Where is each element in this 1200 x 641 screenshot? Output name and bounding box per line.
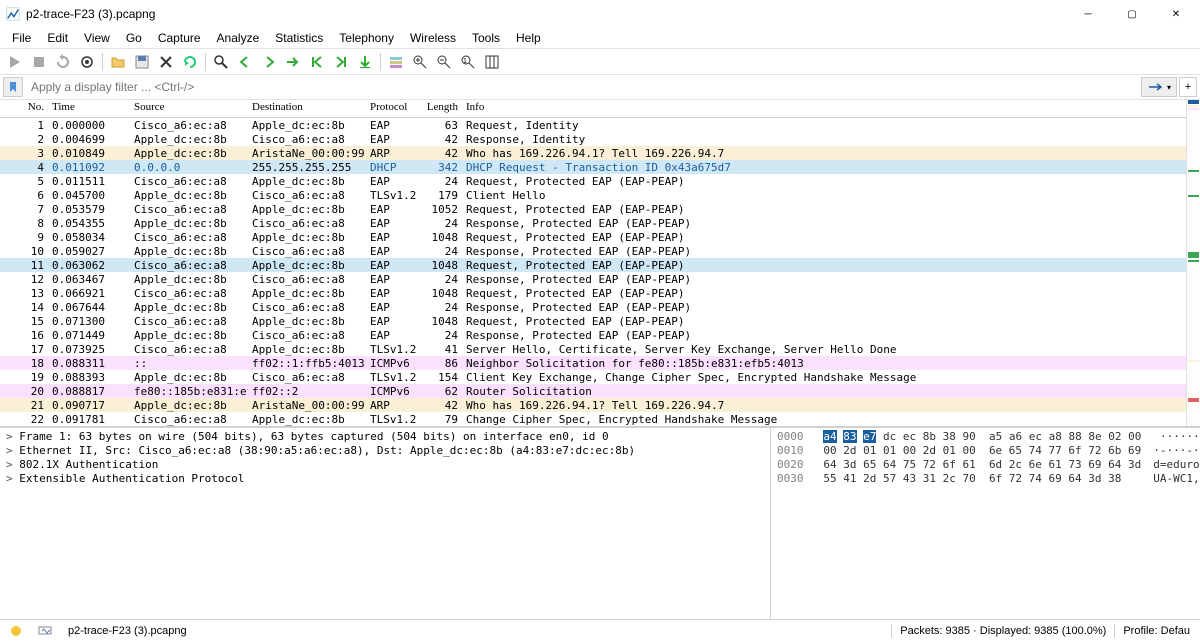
apply-filter-button[interactable]: ▾ (1141, 77, 1177, 97)
capture-options-icon[interactable] (76, 51, 98, 73)
col-time[interactable]: Time (48, 100, 130, 117)
col-destination[interactable]: Destination (248, 100, 366, 117)
col-length[interactable]: Length (416, 100, 462, 117)
tree-frame[interactable]: Frame 1: 63 bytes on wire (504 bits), 63… (4, 430, 766, 444)
menu-view[interactable]: View (76, 29, 118, 47)
go-first-icon[interactable] (306, 51, 328, 73)
packet-row[interactable]: 50.011511Cisco_a6:ec:a8Apple_dc:ec:8bEAP… (0, 174, 1186, 188)
packet-details-tree[interactable]: Frame 1: 63 bytes on wire (504 bits), 63… (0, 428, 770, 619)
menu-wireless[interactable]: Wireless (402, 29, 464, 47)
bookmark-filter-icon[interactable] (3, 77, 23, 97)
packet-minimap[interactable] (1186, 100, 1200, 426)
status-capture-icon[interactable] (30, 626, 60, 636)
menu-go[interactable]: Go (118, 29, 150, 47)
packet-row[interactable]: 70.053579Cisco_a6:ec:a8Apple_dc:ec:8bEAP… (0, 202, 1186, 216)
restart-capture-icon[interactable] (52, 51, 74, 73)
reload-file-icon[interactable] (179, 51, 201, 73)
window-titlebar: p2-trace-F23 (3).pcapng ─ ▢ ✕ (0, 0, 1200, 28)
packet-row[interactable]: 200.088817fe80::185b:e831:efb…ff02::2ICM… (0, 384, 1186, 398)
menu-bar: File Edit View Go Capture Analyze Statis… (0, 28, 1200, 48)
packet-row[interactable]: 10.000000Cisco_a6:ec:a8Apple_dc:ec:8bEAP… (0, 118, 1186, 132)
packet-row[interactable]: 30.010849Apple_dc:ec:8bAristaNe_00:00:99… (0, 146, 1186, 160)
status-file: p2-trace-F23 (3).pcapng (60, 625, 195, 637)
packet-row[interactable]: 80.054355Apple_dc:ec:8bCisco_a6:ec:a8EAP… (0, 216, 1186, 230)
zoom-in-icon[interactable] (409, 51, 431, 73)
menu-telephony[interactable]: Telephony (331, 29, 402, 47)
stop-capture-icon[interactable] (28, 51, 50, 73)
packet-row[interactable]: 220.091781Cisco_a6:ec:a8Apple_dc:ec:8bTL… (0, 412, 1186, 426)
menu-file[interactable]: File (4, 29, 39, 47)
display-filter-bar: ▾ + (0, 74, 1200, 100)
menu-statistics[interactable]: Statistics (267, 29, 331, 47)
packet-row[interactable]: 60.045700Apple_dc:ec:8bCisco_a6:ec:a8TLS… (0, 188, 1186, 202)
close-file-icon[interactable] (155, 51, 177, 73)
resize-columns-icon[interactable] (481, 51, 503, 73)
main-toolbar: 1 (0, 48, 1200, 74)
display-filter-input[interactable] (25, 77, 1139, 97)
tree-ethernet[interactable]: Ethernet II, Src: Cisco_a6:ec:a8 (38:90:… (4, 444, 766, 458)
menu-capture[interactable]: Capture (150, 29, 209, 47)
packet-row[interactable]: 210.090717Apple_dc:ec:8bAristaNe_00:00:9… (0, 398, 1186, 412)
packet-row[interactable]: 180.088311::ff02::1:ffb5:4013ICMPv686Nei… (0, 356, 1186, 370)
packet-list[interactable]: No. Time Source Destination Protocol Len… (0, 100, 1186, 426)
packet-bytes-hex[interactable]: 0000 a4 83 e7 dc ec 8b 38 90 a5 a6 ec a8… (770, 428, 1200, 619)
packet-row[interactable]: 150.071300Cisco_a6:ec:a8Apple_dc:ec:8bEA… (0, 314, 1186, 328)
go-back-icon[interactable] (234, 51, 256, 73)
maximize-button[interactable]: ▢ (1110, 0, 1154, 28)
start-capture-icon[interactable] (4, 51, 26, 73)
packet-row[interactable]: 120.063467Apple_dc:ec:8bCisco_a6:ec:a8EA… (0, 272, 1186, 286)
menu-analyze[interactable]: Analyze (209, 29, 268, 47)
packet-row[interactable]: 160.071449Apple_dc:ec:8bCisco_a6:ec:a8EA… (0, 328, 1186, 342)
minimize-button[interactable]: ─ (1066, 0, 1110, 28)
col-no[interactable]: No. (0, 100, 48, 117)
packet-row[interactable]: 170.073925Cisco_a6:ec:a8Apple_dc:ec:8bTL… (0, 342, 1186, 356)
menu-help[interactable]: Help (508, 29, 549, 47)
add-filter-button[interactable]: + (1179, 77, 1197, 97)
tree-8021x[interactable]: 802.1X Authentication (4, 458, 766, 472)
find-packet-icon[interactable] (210, 51, 232, 73)
status-profile[interactable]: Profile: Defau (1115, 625, 1198, 637)
packet-row[interactable]: 110.063062Cisco_a6:ec:a8Apple_dc:ec:8bEA… (0, 258, 1186, 272)
packet-row[interactable]: 140.067644Apple_dc:ec:8bCisco_a6:ec:a8EA… (0, 300, 1186, 314)
zoom-reset-icon[interactable]: 1 (457, 51, 479, 73)
packet-row[interactable]: 100.059027Apple_dc:ec:8bCisco_a6:ec:a8EA… (0, 244, 1186, 258)
status-bar: p2-trace-F23 (3).pcapng Packets: 9385 · … (0, 619, 1200, 641)
tree-eap[interactable]: Extensible Authentication Protocol (4, 472, 766, 486)
packet-list-header[interactable]: No. Time Source Destination Protocol Len… (0, 100, 1186, 118)
save-file-icon[interactable] (131, 51, 153, 73)
open-file-icon[interactable] (107, 51, 129, 73)
menu-tools[interactable]: Tools (464, 29, 508, 47)
go-forward-icon[interactable] (258, 51, 280, 73)
zoom-out-icon[interactable] (433, 51, 455, 73)
auto-scroll-icon[interactable] (354, 51, 376, 73)
go-to-packet-icon[interactable] (282, 51, 304, 73)
menu-edit[interactable]: Edit (39, 29, 76, 47)
packet-row[interactable]: 130.066921Cisco_a6:ec:a8Apple_dc:ec:8bEA… (0, 286, 1186, 300)
status-packets: Packets: 9385 · Displayed: 9385 (100.0%) (892, 625, 1114, 637)
col-protocol[interactable]: Protocol (366, 100, 416, 117)
close-button[interactable]: ✕ (1154, 0, 1198, 28)
status-expert-icon[interactable] (2, 625, 30, 637)
colorize-icon[interactable] (385, 51, 407, 73)
go-last-icon[interactable] (330, 51, 352, 73)
col-info[interactable]: Info (462, 100, 1186, 117)
svg-text:1: 1 (463, 58, 467, 65)
app-icon (6, 7, 20, 21)
packet-row[interactable]: 40.0110920.0.0.0255.255.255.255DHCP342DH… (0, 160, 1186, 174)
packet-row[interactable]: 190.088393Apple_dc:ec:8bCisco_a6:ec:a8TL… (0, 370, 1186, 384)
packet-row[interactable]: 90.058034Cisco_a6:ec:a8Apple_dc:ec:8bEAP… (0, 230, 1186, 244)
col-source[interactable]: Source (130, 100, 248, 117)
packet-row[interactable]: 20.004699Apple_dc:ec:8bCisco_a6:ec:a8EAP… (0, 132, 1186, 146)
window-title: p2-trace-F23 (3).pcapng (26, 7, 1066, 21)
